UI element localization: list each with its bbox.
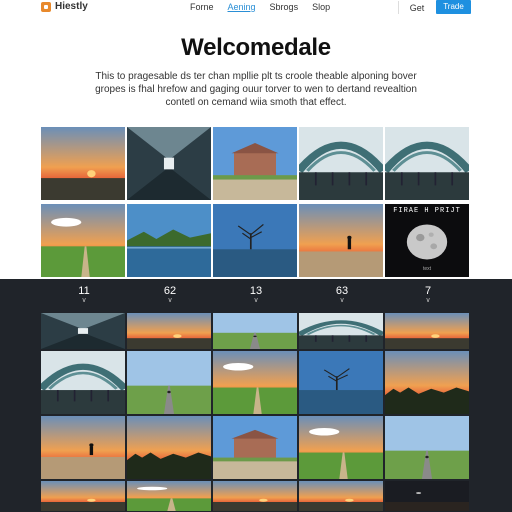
photo-tile-arched-hall-b[interactable]: [41, 351, 125, 414]
photo-tile-tree-water[interactable]: [213, 204, 297, 277]
photo-tile-beach-person[interactable]: [41, 416, 125, 479]
photo-tile-road-trees-strip[interactable]: [213, 313, 297, 349]
photo-tile-arched-hall[interactable]: [299, 127, 383, 200]
photo-tile-night-strip[interactable]: [385, 481, 469, 511]
photo-tile-cyclist-path[interactable]: [127, 351, 211, 414]
photo-tile-sky-strip-2[interactable]: [127, 481, 211, 511]
photo-tile-bare-tree-field[interactable]: [299, 351, 383, 414]
stat-1[interactable]: 11 ∨: [41, 285, 127, 309]
cover-subtitle: text: [422, 266, 432, 272]
photo-tile-sky-strip-4[interactable]: [299, 481, 383, 511]
logo-icon: [41, 1, 51, 12]
photo-tile-red-sunset-trees[interactable]: [385, 351, 469, 414]
stats-row: 11 ∨ 62 ∨ 13 ∨ 63 ∨ 7 ∨: [41, 285, 471, 309]
stat-value: 63: [335, 285, 349, 297]
nav-item-slop[interactable]: Slop: [312, 2, 330, 12]
chevron-down-icon: ∨: [339, 297, 345, 304]
photo-tile-sunset-field[interactable]: [127, 416, 211, 479]
nav-item-forne[interactable]: Forne: [190, 2, 214, 12]
stat-2[interactable]: 62 ∨: [127, 285, 213, 309]
stat-value: 13: [249, 285, 263, 297]
photo-tile-sky-strip-3[interactable]: [213, 481, 297, 511]
stat-3[interactable]: 13 ∨: [213, 285, 299, 309]
photo-tile-moon-cover[interactable]: FIRAE H PRIJT text: [385, 204, 469, 277]
chevron-down-icon: ∨: [167, 297, 173, 304]
main-nav: Forne Aening Sbrogs Slop: [190, 2, 344, 12]
photo-tile-palace-field[interactable]: [213, 416, 297, 479]
chevron-down-icon: ∨: [81, 297, 87, 304]
stat-value: 11: [78, 285, 90, 297]
photo-tile-sunrise-strip[interactable]: [127, 313, 211, 349]
page-title: Welcomedale: [181, 34, 331, 61]
cover-title: FIRAE H PRIJT: [393, 207, 461, 215]
photo-grid-top: FIRAE H PRIJT text: [41, 127, 471, 277]
photo-tile-beach-walker[interactable]: [299, 204, 383, 277]
photo-tile-sunset-plain[interactable]: [41, 127, 125, 200]
stat-value: 7: [424, 285, 432, 297]
nav-item-sbrogs[interactable]: Sbrogs: [270, 2, 299, 12]
get-button[interactable]: Get: [406, 0, 428, 14]
photo-tile-sky-strip-1[interactable]: [41, 481, 125, 511]
photo-tile-lake-trees[interactable]: [127, 204, 211, 277]
photo-grid-bottom: [41, 313, 471, 511]
stat-5[interactable]: 7 ∨: [385, 285, 471, 309]
brand[interactable]: Hiestly: [41, 1, 88, 12]
photo-tile-meadow[interactable]: [213, 351, 297, 414]
header-divider: [398, 1, 399, 14]
trade-button[interactable]: Trade: [436, 0, 471, 14]
top-bar: Hiestly Forne Aening Sbrogs Slop Get Tra…: [0, 0, 512, 16]
photo-tile-hall-strip[interactable]: [41, 313, 125, 349]
photo-tile-sunset-strip[interactable]: [385, 313, 469, 349]
brand-name: Hiestly: [55, 1, 88, 12]
photo-tile-arched-hall-2[interactable]: [385, 127, 469, 200]
photo-tile-green-meadow[interactable]: [299, 416, 383, 479]
nav-item-aening[interactable]: Aening: [228, 2, 256, 12]
photo-tile-country-road[interactable]: [385, 416, 469, 479]
chevron-down-icon: ∨: [253, 297, 259, 304]
stat-value: 62: [163, 285, 177, 297]
photo-tile-green-field[interactable]: [41, 204, 125, 277]
hero-description: This to pragesable ds ter chan mpllie pl…: [95, 71, 417, 108]
stat-4[interactable]: 63 ∨: [299, 285, 385, 309]
photo-tile-arch-strip[interactable]: [299, 313, 383, 349]
photo-tile-hall-corridor[interactable]: [127, 127, 211, 200]
photo-tile-palace-building[interactable]: [213, 127, 297, 200]
chevron-down-icon: ∨: [425, 297, 431, 304]
